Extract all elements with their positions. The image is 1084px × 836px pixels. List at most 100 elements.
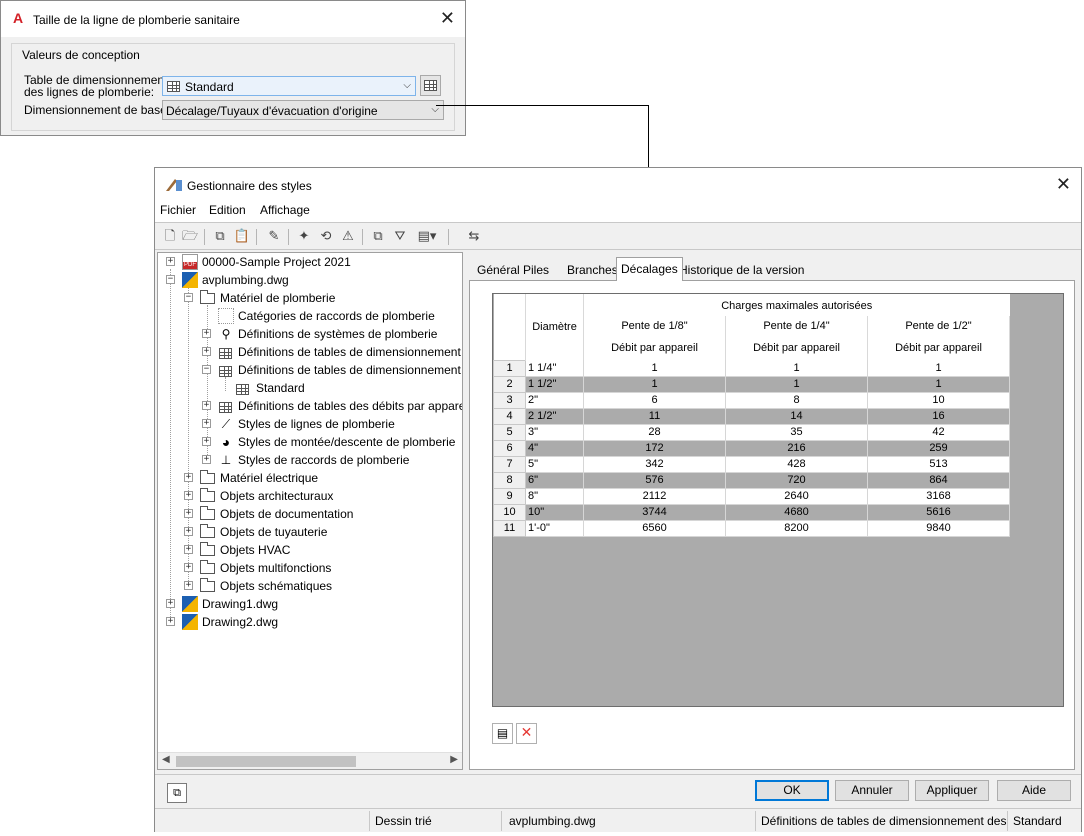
purge-icon[interactable]: ✦ — [295, 228, 313, 246]
view-options-icon[interactable]: ▤▾ — [413, 228, 441, 246]
load-cell[interactable]: 5616 — [867, 504, 1010, 521]
menu-edit[interactable]: Edition — [209, 203, 246, 217]
load-cell[interactable]: 14 — [725, 408, 868, 425]
load-cell[interactable]: 42 — [867, 424, 1010, 441]
load-cell[interactable]: 3168 — [867, 488, 1010, 505]
copy-icon[interactable]: ⧉ — [211, 228, 229, 246]
new-drawing-icon[interactable]: 🗋 — [161, 228, 179, 246]
expand-icon[interactable]: + — [202, 329, 211, 338]
diameter-cell[interactable]: 10" — [525, 504, 584, 521]
load-cell[interactable]: 216 — [725, 440, 868, 457]
table-row[interactable]: 11 1'-0" 6560 8200 9840 — [493, 519, 1010, 537]
tab-offsets[interactable]: Décalages — [616, 257, 683, 281]
table-row[interactable]: 5 3" 28 35 42 — [493, 423, 1010, 441]
collapse-icon[interactable]: − — [166, 275, 175, 284]
collapse-icon[interactable]: − — [184, 293, 193, 302]
scrollbar-thumb[interactable] — [176, 756, 356, 767]
load-cell[interactable]: 28 — [583, 424, 726, 441]
table-row[interactable]: 42 1/2" 11 14 16 — [493, 407, 1010, 425]
load-cell[interactable]: 3744 — [583, 504, 726, 521]
load-cell[interactable]: 2640 — [725, 488, 868, 505]
collapse-icon[interactable]: − — [202, 365, 211, 374]
load-cell[interactable]: 259 — [867, 440, 1010, 457]
diameter-cell[interactable]: 1 1/4" — [525, 360, 584, 377]
expand-icon[interactable]: + — [202, 419, 211, 428]
tab-general[interactable]: Général — [473, 260, 524, 280]
load-cell[interactable]: 513 — [867, 456, 1010, 473]
help-button[interactable]: Aide — [997, 780, 1071, 801]
tab-branches[interactable]: Branches — [563, 260, 622, 280]
load-cell[interactable]: 10 — [867, 392, 1010, 409]
load-cell[interactable]: 8 — [725, 392, 868, 409]
table-row[interactable]: 6 4" 172 216 259 — [493, 439, 1010, 457]
diameter-cell[interactable]: 1 1/2" — [525, 376, 584, 393]
expand-icon[interactable]: + — [202, 455, 211, 464]
load-cell[interactable]: 342 — [583, 456, 726, 473]
ok-button[interactable]: OK — [755, 780, 829, 801]
load-cell[interactable]: 1 — [725, 376, 868, 393]
load-cell[interactable]: 8200 — [725, 520, 868, 537]
select-components-icon[interactable]: ⧉ — [369, 228, 387, 246]
expand-icon[interactable]: + — [166, 599, 175, 608]
toggle-view-icon[interactable]: ⧉ — [167, 783, 187, 803]
load-cell[interactable]: 35 — [725, 424, 868, 441]
delete-row-button[interactable]: ✕ — [516, 723, 537, 744]
toggle-view-icon[interactable]: ⚠ — [339, 228, 357, 246]
base-sizing-select[interactable]: Décalage/Tuyaux d'évacuation d'origine ⌵ — [162, 100, 444, 120]
expand-icon[interactable]: + — [184, 509, 193, 518]
load-cell[interactable]: 1 — [725, 360, 868, 377]
load-cell[interactable]: 6 — [583, 392, 726, 409]
load-cell[interactable]: 9840 — [867, 520, 1010, 537]
close-icon[interactable]: ✕ — [440, 10, 455, 28]
diameter-cell[interactable]: 4" — [525, 440, 584, 457]
table-row[interactable]: 3 2" 6 8 10 — [493, 391, 1010, 409]
table-row[interactable]: 21 1/2" 1 1 1 — [493, 375, 1010, 393]
load-cell[interactable]: 1 — [867, 360, 1010, 377]
cancel-button[interactable]: Annuler — [835, 780, 909, 801]
tab-version-history[interactable]: Historique de la version — [675, 260, 809, 280]
load-cell[interactable]: 1 — [583, 360, 726, 377]
scroll-right-icon[interactable]: ▶ — [450, 754, 458, 765]
expand-icon[interactable]: + — [202, 347, 211, 356]
open-drawing-icon[interactable]: 🗁 — [181, 228, 199, 246]
load-cell[interactable]: 720 — [725, 472, 868, 489]
expand-icon[interactable]: + — [166, 617, 175, 626]
set-from-icon[interactable]: ⟲ — [317, 228, 335, 246]
table-row[interactable]: 8 6" 576 720 864 — [493, 471, 1010, 489]
load-cell[interactable]: 172 — [583, 440, 726, 457]
add-row-button[interactable]: ▤ — [492, 723, 513, 744]
diameter-cell[interactable]: 2" — [525, 392, 584, 409]
diameter-cell[interactable]: 6" — [525, 472, 584, 489]
tab-stacks[interactable]: Piles — [519, 260, 554, 280]
diameter-cell[interactable]: 5" — [525, 456, 584, 473]
diameter-cell[interactable]: 1'-0" — [525, 520, 584, 537]
drawing-sort-icon[interactable]: ⇆ — [465, 228, 483, 246]
sizing-table-select[interactable]: Standard ⌵ — [162, 76, 416, 96]
table-row[interactable]: 7 5" 342 428 513 — [493, 455, 1010, 473]
table-editor-button[interactable] — [420, 75, 441, 96]
diameter-cell[interactable]: 3" — [525, 424, 584, 441]
expand-icon[interactable]: + — [184, 545, 193, 554]
apply-button[interactable]: Appliquer — [915, 780, 989, 801]
load-cell[interactable]: 576 — [583, 472, 726, 489]
tree-horizontal-scrollbar[interactable]: ◀ ▶ — [158, 752, 462, 769]
table-row[interactable]: 10 10" 3744 4680 5616 — [493, 503, 1010, 521]
load-cell[interactable]: 16 — [867, 408, 1010, 425]
load-cell[interactable]: 4680 — [725, 504, 868, 521]
load-cell[interactable]: 2112 — [583, 488, 726, 505]
table-row[interactable]: 11 1/4" 1 1 1 — [493, 359, 1010, 377]
table-row[interactable]: 9 8" 2112 2640 3168 — [493, 487, 1010, 505]
scroll-left-icon[interactable]: ◀ — [162, 754, 170, 765]
expand-icon[interactable]: + — [202, 401, 211, 410]
paste-icon[interactable]: 📋 — [233, 228, 251, 246]
expand-icon[interactable]: + — [184, 527, 193, 536]
load-cell[interactable]: 864 — [867, 472, 1010, 489]
filter-icon[interactable]: ⛛ — [391, 228, 409, 246]
expand-icon[interactable]: + — [184, 563, 193, 572]
load-cell[interactable]: 11 — [583, 408, 726, 425]
edit-style-icon[interactable]: ✎ — [265, 228, 283, 246]
diameter-cell[interactable]: 2 1/2" — [525, 408, 584, 425]
menu-view[interactable]: Affichage — [260, 203, 310, 217]
expand-icon[interactable]: + — [166, 257, 175, 266]
expand-icon[interactable]: + — [184, 473, 193, 482]
